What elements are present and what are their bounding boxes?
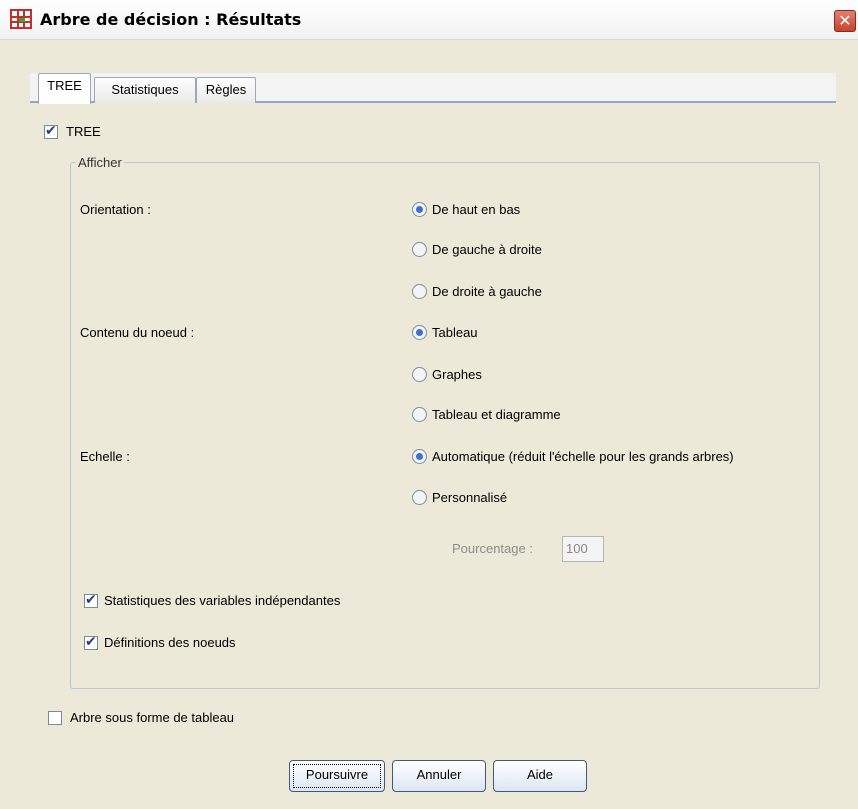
tree-as-table-label[interactable]: Arbre sous forme de tableau [70,710,234,725]
node-content-charts-radio[interactable] [412,367,427,382]
node-content-table-chart-radio[interactable] [412,407,427,422]
scale-automatic-radio[interactable] [412,449,427,464]
node-content-charts-label[interactable]: Graphes [432,367,482,382]
independent-stats-checkbox[interactable] [84,592,98,608]
orientation-right-left-radio[interactable] [412,284,427,299]
orientation-top-down-label[interactable]: De haut en bas [432,202,520,217]
display-group-legend: Afficher [76,155,124,170]
tab-statistiques[interactable]: Statistiques [94,77,196,103]
cancel-button[interactable]: Annuler [392,760,486,792]
window-title: Arbre de décision : Résultats [40,10,302,29]
percentage-label: Pourcentage : [452,541,533,556]
independent-stats-label[interactable]: Statistiques des variables indépendantes [104,593,340,608]
orientation-left-right-label[interactable]: De gauche à droite [432,242,542,257]
orientation-left-right-radio[interactable] [412,242,427,257]
node-content-table-chart-label[interactable]: Tableau et diagramme [432,407,561,422]
tab-strip: TREE Statistiques Règles [30,73,836,104]
node-definitions-label[interactable]: Définitions des noeuds [104,635,236,650]
tree-as-table-checkbox[interactable] [48,711,62,725]
node-content-table-label[interactable]: Tableau [432,325,478,340]
tab-tree[interactable]: TREE [38,73,91,104]
scale-label: Echelle : [80,449,130,464]
title-bar: Arbre de décision : Résultats ✕ [0,0,858,40]
node-content-label: Contenu du noeud : [80,325,195,340]
node-content-table-radio[interactable] [412,325,427,340]
app-table-icon [10,9,32,29]
tree-checkbox[interactable] [44,123,58,139]
node-definitions-checkbox[interactable] [84,634,98,650]
close-button[interactable]: ✕ [834,10,856,32]
scale-automatic-label[interactable]: Automatique (réduit l'échelle pour les g… [432,449,734,464]
help-button[interactable]: Aide [493,760,587,792]
orientation-top-down-radio[interactable] [412,202,427,217]
continue-button[interactable]: Poursuivre [289,760,385,792]
scale-custom-radio[interactable] [412,490,427,505]
orientation-right-left-label[interactable]: De droite à gauche [432,284,542,299]
orientation-label: Orientation : [80,202,151,217]
scale-custom-label[interactable]: Personnalisé [432,490,507,505]
percentage-input[interactable]: 100 [562,536,604,562]
tree-checkbox-label: TREE [66,124,101,139]
tab-regles[interactable]: Règles [196,77,256,103]
